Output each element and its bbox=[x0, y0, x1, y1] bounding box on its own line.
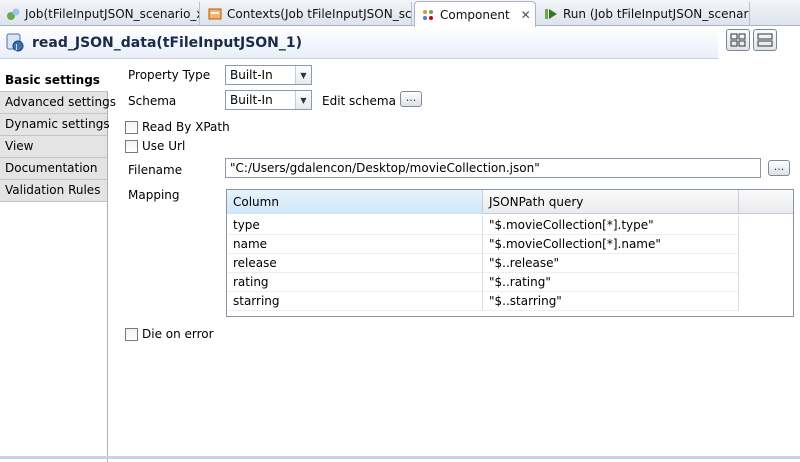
sidebar-item-basic-settings[interactable]: Basic settings bbox=[0, 70, 108, 92]
chevron-down-icon[interactable]: ▼ bbox=[295, 66, 311, 84]
table-cell-column[interactable]: name bbox=[227, 235, 483, 254]
table-cell-column[interactable]: starring bbox=[227, 292, 483, 311]
mapping-table-header: Column JSONPath query bbox=[227, 190, 793, 214]
svg-text:J: J bbox=[15, 43, 18, 51]
contexts-icon bbox=[208, 7, 222, 21]
edit-schema-label: Edit schema bbox=[322, 94, 396, 108]
tab-contexts-label: Contexts(Job tFileInputJSON_scen bbox=[227, 7, 412, 21]
use-url-checkbox[interactable] bbox=[125, 140, 138, 153]
table-cell-column[interactable]: release bbox=[227, 254, 483, 273]
column-header-jsonpath[interactable]: JSONPath query bbox=[483, 190, 739, 214]
grid-icon bbox=[730, 33, 746, 47]
sidebar-empty-area bbox=[0, 202, 108, 462]
tab-run-label: Run (Job tFileInputJSON_scenario_ bbox=[563, 7, 750, 21]
chevron-down-icon[interactable]: ▼ bbox=[295, 91, 311, 109]
table-row[interactable]: starring "$..starring" bbox=[227, 292, 793, 311]
component-header: J read_JSON_data(tFileInputJSON_1) bbox=[0, 27, 718, 59]
tab-component-label: Component bbox=[440, 7, 510, 22]
run-icon bbox=[544, 7, 558, 21]
sidebar-item-validation-rules[interactable]: Validation Rules bbox=[0, 180, 108, 202]
table-row[interactable]: name "$.movieCollection[*].name" bbox=[227, 235, 793, 254]
property-type-select[interactable]: Built-In ▼ bbox=[225, 65, 312, 85]
job-icon bbox=[6, 7, 20, 21]
close-icon[interactable]: ✕ bbox=[521, 8, 531, 22]
tab-contexts[interactable]: Contexts(Job tFileInputJSON_scen bbox=[202, 2, 412, 26]
use-url-label: Use Url bbox=[142, 139, 186, 153]
json-component-icon: J bbox=[6, 33, 26, 53]
table-cell-query[interactable]: "$..rating" bbox=[483, 273, 739, 292]
schema-select[interactable]: Built-In ▼ bbox=[225, 90, 312, 110]
table-row[interactable]: type "$.movieCollection[*].type" bbox=[227, 216, 793, 235]
table-cell-query[interactable]: "$.movieCollection[*].type" bbox=[483, 216, 739, 235]
table-cell-query[interactable]: "$.movieCollection[*].name" bbox=[483, 235, 739, 254]
table-row[interactable]: release "$..release" bbox=[227, 254, 793, 273]
die-on-error-label: Die on error bbox=[142, 327, 214, 341]
schema-value: Built-In bbox=[230, 93, 273, 107]
sidebar-item-advanced-settings[interactable]: Advanced settings bbox=[0, 92, 116, 114]
table-row[interactable]: rating "$..rating" bbox=[227, 273, 793, 292]
table-cell-column[interactable]: rating bbox=[227, 273, 483, 292]
settings-sidebar: Basic settings Advanced settings Dynamic… bbox=[0, 70, 116, 462]
table-cell-query[interactable]: "$..starring" bbox=[483, 292, 739, 311]
page-title: read_JSON_data(tFileInputJSON_1) bbox=[32, 34, 303, 51]
tab-job[interactable]: Job(tFileInputJSON_scenario_xpat bbox=[0, 2, 200, 26]
mapping-table[interactable]: Column JSONPath query type "$.movieColle… bbox=[226, 189, 794, 317]
table-cell-column[interactable]: type bbox=[227, 216, 483, 235]
tab-job-label: Job(tFileInputJSON_scenario_xpat bbox=[25, 7, 199, 21]
tab-component[interactable]: Component ✕ bbox=[414, 1, 536, 27]
property-type-label: Property Type bbox=[128, 68, 211, 82]
editor-tab-bar: Job(tFileInputJSON_scenario_xpat Context… bbox=[0, 0, 800, 27]
horizontal-layout-button[interactable] bbox=[726, 29, 750, 51]
sidebar-item-view[interactable]: View bbox=[0, 136, 108, 158]
rows-icon bbox=[757, 33, 773, 47]
sidebar-item-documentation[interactable]: Documentation bbox=[0, 158, 108, 180]
component-icon bbox=[421, 8, 435, 22]
column-header-column[interactable]: Column bbox=[227, 190, 483, 214]
read-by-xpath-label: Read By XPath bbox=[142, 120, 230, 134]
vertical-layout-button[interactable] bbox=[753, 29, 777, 51]
browse-file-button[interactable]: ... bbox=[768, 160, 790, 176]
property-type-value: Built-In bbox=[230, 68, 273, 82]
edit-schema-button[interactable]: ... bbox=[400, 91, 422, 107]
tab-run[interactable]: Run (Job tFileInputJSON_scenario_ bbox=[538, 2, 750, 26]
filename-label: Filename bbox=[128, 163, 183, 177]
filename-input[interactable]: "C:/Users/gdalencon/Desktop/movieCollect… bbox=[225, 158, 761, 178]
read-by-xpath-checkbox[interactable] bbox=[125, 121, 138, 134]
die-on-error-checkbox[interactable] bbox=[125, 328, 138, 341]
sidebar-item-dynamic-settings[interactable]: Dynamic settings bbox=[0, 114, 110, 136]
table-cell-query[interactable]: "$..release" bbox=[483, 254, 739, 273]
schema-label: Schema bbox=[128, 94, 177, 108]
mapping-label: Mapping bbox=[128, 188, 180, 202]
